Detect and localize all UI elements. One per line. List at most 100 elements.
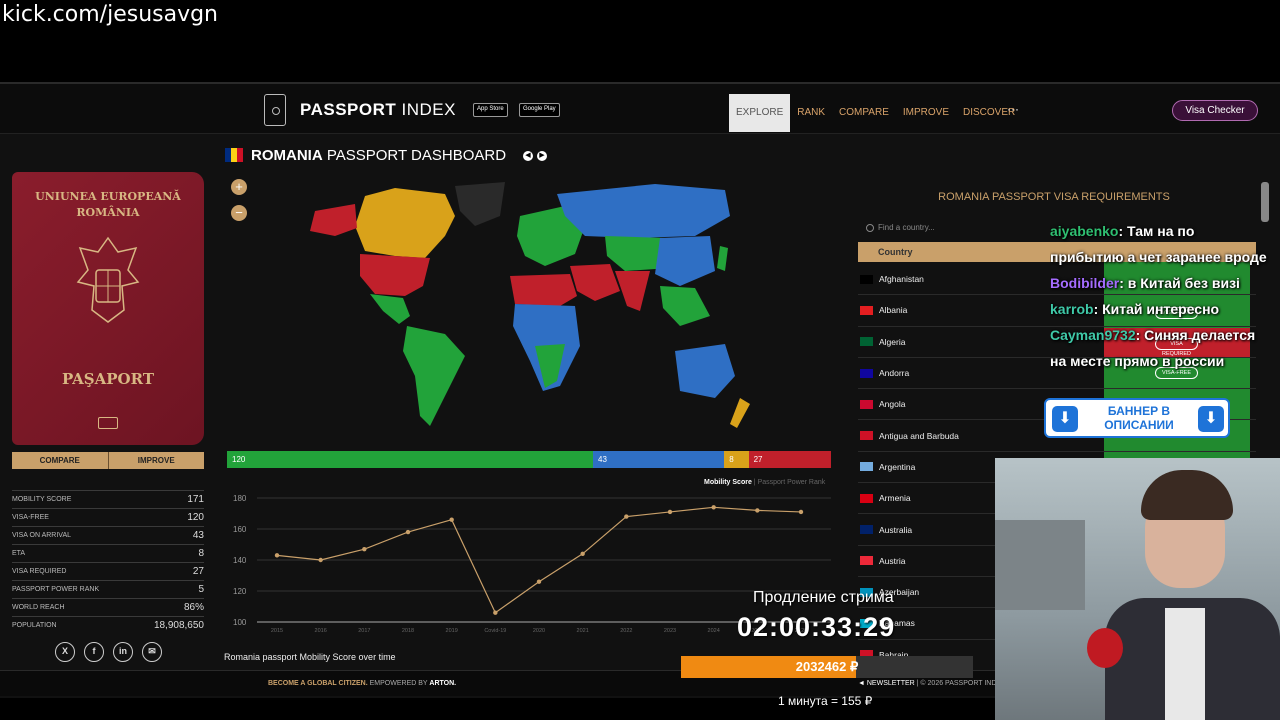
down-arrow-icon: ⬇	[1198, 406, 1224, 432]
chat-message: aiyabenko: Там на по	[1050, 223, 1195, 239]
search-icon	[866, 224, 874, 232]
y-tick-label: 180	[233, 494, 247, 503]
map-region-greenland	[455, 182, 505, 226]
y-tick-label: 140	[233, 556, 247, 565]
country-flag-icon	[860, 337, 873, 347]
breakdown-visa-on-arrival[interactable]: 43	[593, 451, 725, 468]
next-arrow-icon[interactable]: ▶	[537, 151, 547, 161]
stream-timer: 02:00:33:29	[737, 612, 896, 642]
nav-compare[interactable]: COMPARE	[832, 94, 896, 132]
dashboard-nav-arrows: ◀ ▶	[523, 151, 547, 161]
map-region-japan	[717, 246, 728, 271]
google-play-badge[interactable]: Google Play	[519, 103, 560, 117]
data-point[interactable]	[405, 529, 411, 535]
country-name: Angola	[879, 399, 906, 410]
map-region-china	[655, 236, 715, 286]
x-tick-label: 2020	[533, 628, 545, 634]
data-point[interactable]	[755, 508, 760, 513]
banner-text: БАННЕР В ОПИСАНИИ	[1104, 404, 1174, 432]
breakdown-visa-required[interactable]: 27	[748, 451, 831, 468]
country-name: Andorra	[879, 368, 910, 379]
country-search-input[interactable]: Find a country...	[858, 218, 1048, 238]
zoom-in-button[interactable]: +	[231, 179, 247, 195]
map-region-canada	[355, 188, 455, 258]
country-flag-icon	[860, 493, 873, 503]
scrollbar[interactable]	[1261, 182, 1269, 222]
stat-row: ETA 8	[12, 544, 204, 562]
country-flag-icon	[860, 305, 873, 315]
data-point[interactable]	[362, 546, 367, 552]
data-point[interactable]	[274, 553, 280, 558]
nav-rank[interactable]: RANK	[790, 94, 832, 132]
stream-screen: kick.com/jesusavgn PASSPORT INDEX App St…	[0, 0, 1280, 720]
compare-button[interactable]: COMPARE	[12, 452, 109, 469]
facebook-icon[interactable]: f	[84, 642, 104, 662]
passport-index-logo-icon[interactable]	[264, 94, 286, 126]
passport-index-logo[interactable]: PASSPORT INDEX	[300, 100, 456, 120]
dashboard-title: ROMANIA PASSPORT DASHBOARD	[225, 147, 506, 164]
more-menu-icon[interactable]: ···	[1007, 102, 1019, 116]
data-point[interactable]	[493, 610, 498, 615]
top-nav: PASSPORT INDEX App Store Google Play EXP…	[0, 84, 1280, 134]
data-point[interactable]	[667, 509, 673, 515]
country-flag-icon	[860, 462, 873, 472]
x-tick-label: 2016	[315, 628, 327, 634]
passport-word: PAŞAPORT	[61, 370, 154, 388]
zoom-out-button[interactable]: −	[231, 205, 247, 221]
chart-toggle-power-rank[interactable]: Passport Power Rank	[758, 479, 826, 486]
data-point[interactable]	[624, 514, 629, 519]
improve-button[interactable]: IMPROVE	[109, 452, 205, 469]
data-point[interactable]	[449, 517, 454, 522]
coat-of-arms-icon	[76, 236, 140, 323]
previous-arrow-icon[interactable]: ◀	[523, 151, 533, 161]
x-tick-label: 2023	[664, 628, 676, 634]
map-region-new-zealand	[730, 398, 750, 428]
x-tick-label: 2021	[577, 628, 589, 634]
chat-message: karrob: Китай интересно	[1050, 301, 1220, 317]
y-tick-label: 160	[233, 525, 247, 534]
app-store-badge[interactable]: App Store	[473, 103, 508, 117]
x-tick-label: 2015	[271, 628, 283, 634]
country-flag-icon	[860, 556, 873, 566]
data-point[interactable]	[711, 505, 716, 510]
email-icon[interactable]: ✉	[142, 642, 162, 662]
country-name: Antigua and Barbuda	[879, 430, 959, 441]
breakdown-visa-free[interactable]: 120	[227, 451, 594, 468]
data-point[interactable]	[580, 551, 585, 556]
visa-checker-button[interactable]: Visa Checker	[1172, 100, 1258, 121]
passport-stats: MOBILITY SCORE 171 VISA-FREE 120 VISA ON A…	[12, 490, 204, 634]
stream-chat: aiyabenko: Там на по прибытию а чет зара…	[1050, 218, 1280, 374]
stream-url: kick.com/jesusavgn	[2, 2, 219, 27]
footer-links[interactable]: ◄ NEWSLETTER | © 2026 PASSPORT INDEX	[858, 680, 1006, 687]
linkedin-icon[interactable]: in	[113, 642, 133, 662]
nav-explore[interactable]: EXPLORE	[729, 94, 791, 132]
biometric-chip-icon	[98, 417, 118, 429]
footer-tagline: BECOME A GLOBAL CITIZEN. EMPOWERED BY AR…	[268, 680, 457, 687]
x-tick-label: 2017	[358, 628, 370, 634]
x-tick-label: Covid-19	[484, 628, 506, 634]
country-flag-icon	[860, 431, 873, 441]
requirements-title: ROMANIA PASSPORT VISA REQUIREMENTS	[938, 191, 1170, 203]
map-region-alaska	[310, 204, 357, 236]
data-point[interactable]	[536, 579, 542, 584]
country-name: Argentina	[879, 461, 916, 472]
map-region-south-america	[403, 326, 465, 426]
map-region-russia	[557, 184, 730, 238]
data-point[interactable]	[318, 557, 323, 563]
chart-toggle-mobility[interactable]: Mobility Score	[704, 479, 752, 486]
breakdown-eta[interactable]: 8	[724, 451, 749, 468]
country-name: Austria	[879, 555, 906, 566]
x-tick-label: 2022	[620, 628, 632, 634]
chat-message: Bodibilder: в Китай без визі	[1050, 275, 1240, 291]
chart-toggle[interactable]: Mobility Score | Passport Power Rank	[704, 479, 825, 486]
data-point[interactable]	[798, 509, 804, 515]
x-twitter-icon[interactable]: X	[55, 642, 75, 662]
country-flag-icon	[860, 368, 873, 378]
chat-message: на месте прямо в россии	[1050, 353, 1225, 369]
stat-row: MOBILITY SCORE 171	[12, 490, 204, 508]
nav-improve[interactable]: IMPROVE	[896, 94, 956, 132]
country-flag-icon	[860, 274, 873, 284]
webcam-feed	[995, 458, 1280, 720]
stat-row: VISA-FREE 120	[12, 508, 204, 526]
world-map[interactable]	[295, 176, 765, 438]
